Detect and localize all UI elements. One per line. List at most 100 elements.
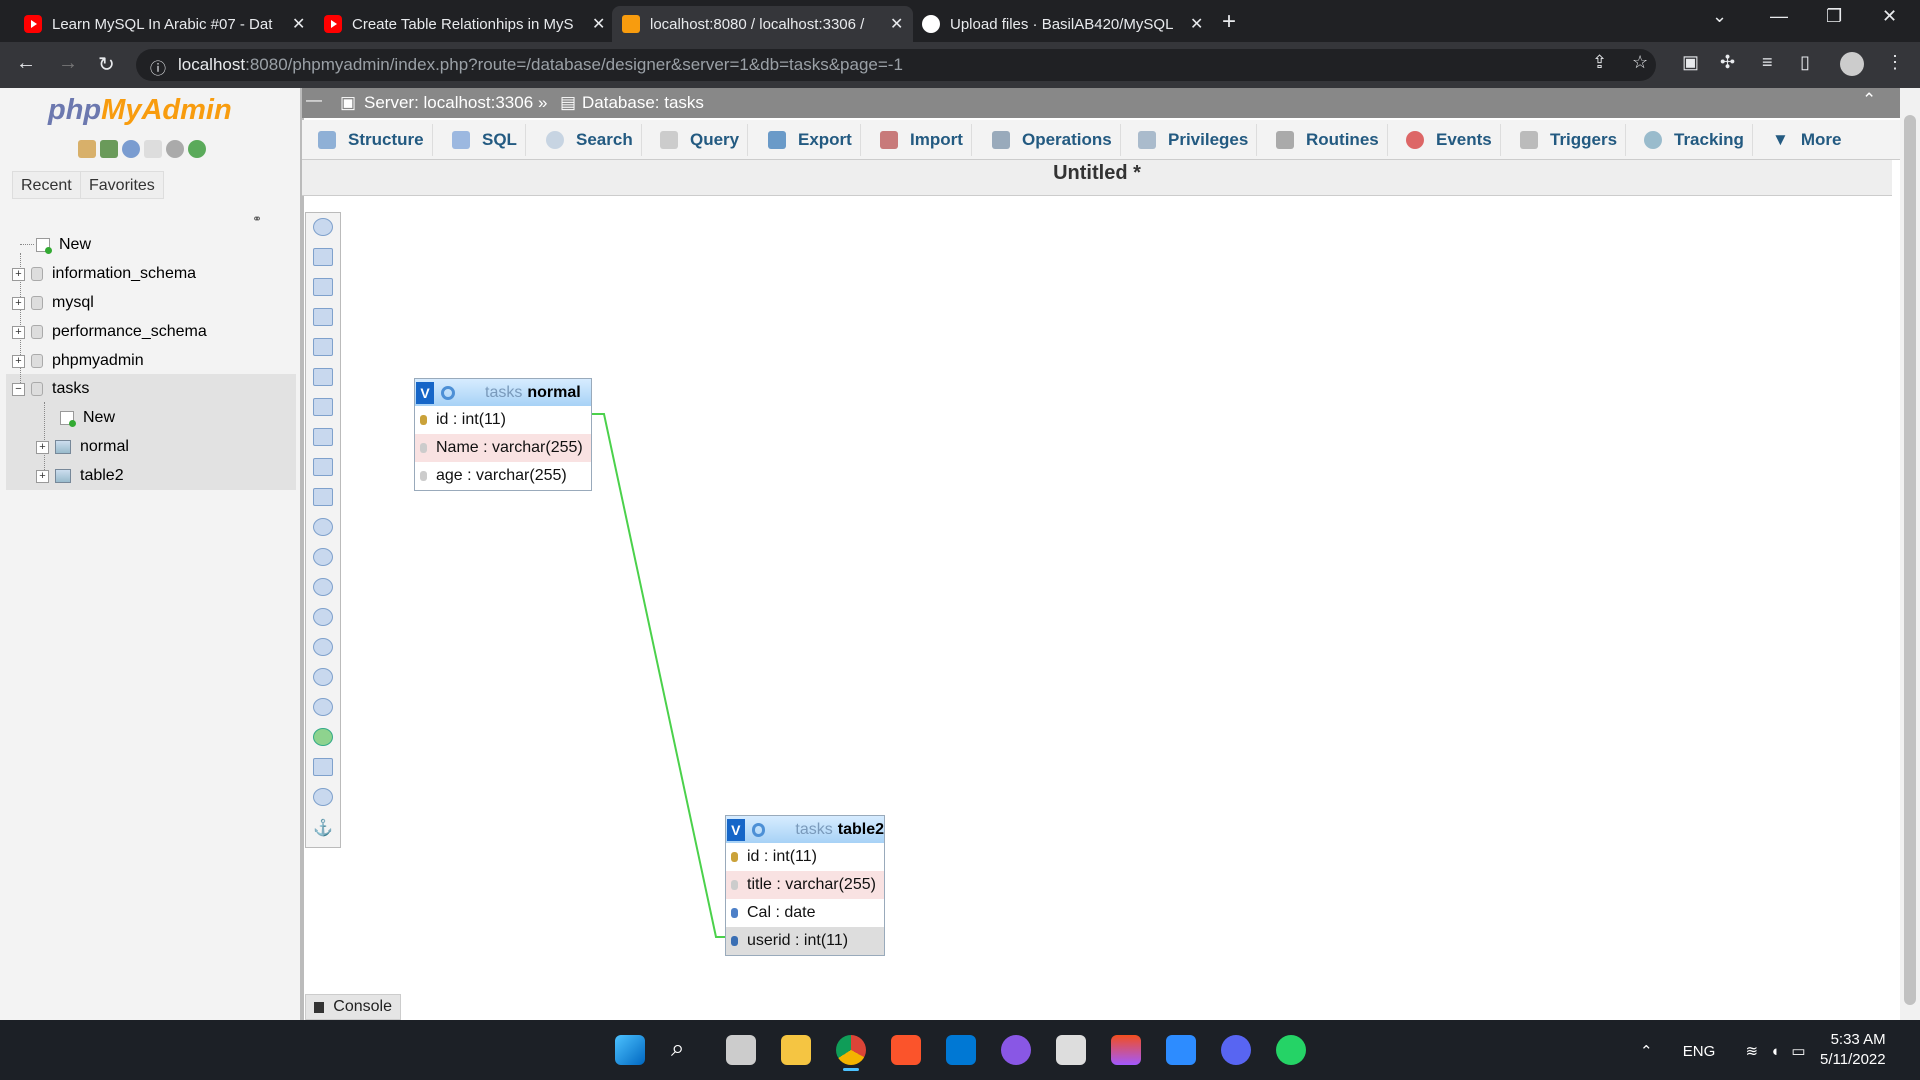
breadcrumb-server[interactable]: Server: localhost:3306 (364, 93, 533, 113)
tab-operations[interactable]: Operations (984, 124, 1121, 156)
reload-icon[interactable]: ↻ (98, 52, 115, 77)
tree-item-new-database[interactable]: New (20, 236, 91, 254)
column-row[interactable]: title : varchar(255) (726, 871, 884, 899)
tree-item-new-table[interactable]: New (44, 409, 115, 427)
brave-icon[interactable] (891, 1035, 921, 1065)
battery-icon[interactable]: ▭ (1791, 1043, 1805, 1060)
choose-column-to-display-icon[interactable] (313, 518, 333, 536)
new-tab-button[interactable]: + (1222, 8, 1236, 36)
home-icon[interactable] (78, 140, 96, 158)
open-page-icon[interactable] (313, 338, 333, 356)
tab-export[interactable]: Export (760, 124, 861, 156)
file-explorer-icon[interactable] (781, 1035, 811, 1065)
vscode-icon[interactable] (946, 1035, 976, 1065)
collapse-minus-icon[interactable]: − (12, 382, 25, 396)
tree-item-table2[interactable]: + table2 (36, 467, 124, 485)
discord-icon[interactable] (1221, 1035, 1251, 1065)
tree-item-mysql[interactable]: + mysql (12, 294, 94, 312)
site-info-icon[interactable]: ⓘ (150, 55, 166, 79)
git-icon[interactable] (1056, 1035, 1086, 1065)
panel-resizer[interactable] (300, 88, 304, 1020)
zoom-icon[interactable] (1166, 1035, 1196, 1065)
expand-plus-icon[interactable]: + (12, 325, 25, 339)
favorite-tables-button[interactable]: Favorites (80, 171, 164, 199)
tab-search[interactable]: Search (538, 124, 642, 156)
browser-tab-3[interactable]: localhost:8080 / localhost:3306 / ✕ (612, 6, 914, 42)
tab-more[interactable]: ▼ More (1764, 124, 1849, 156)
tab-tracking[interactable]: Tracking (1636, 124, 1753, 156)
toggle-columns-button[interactable]: V (416, 381, 434, 404)
help-icon[interactable] (122, 140, 140, 158)
expand-plus-icon[interactable]: + (12, 354, 25, 368)
column-row[interactable]: userid : int(11) (726, 927, 884, 955)
language-indicator[interactable]: ENG (1683, 1043, 1716, 1060)
snap-to-grid-icon[interactable] (313, 638, 333, 656)
task-view-icon[interactable] (726, 1035, 756, 1065)
browser-tab-1[interactable]: Learn MySQL In Arabic #07 - Dat ✕ (14, 6, 315, 42)
expand-plus-icon[interactable]: + (12, 267, 25, 281)
designer-table-normal[interactable]: V tasks normal id : int(11) Name : varch… (414, 378, 592, 491)
start-button-windows-icon[interactable] (615, 1035, 645, 1065)
expand-plus-icon[interactable]: + (36, 440, 49, 454)
scrollbar-thumb[interactable] (1904, 115, 1916, 1005)
taskbar-clock[interactable]: 5:33 AM 5/11/2022 (1820, 1030, 1886, 1070)
move-menu-icon[interactable] (313, 788, 333, 806)
save-page-icon[interactable] (313, 368, 333, 386)
tab-query[interactable]: Query (652, 124, 749, 156)
logout-icon[interactable] (100, 140, 118, 158)
chevron-up-icon[interactable]: ⌃ (1640, 1043, 1653, 1060)
relation-line-normal-id-to-table2-userid[interactable] (592, 413, 725, 938)
designer-table-table2[interactable]: V tasks table2 id : int(11) title : varc… (725, 815, 885, 956)
search-icon[interactable]: ⌕ (671, 1035, 701, 1065)
bookmark-star-icon[interactable]: ☆ (1632, 52, 1648, 73)
pin-text-icon[interactable]: ⚓ (313, 818, 333, 837)
tab-sql[interactable]: SQL (444, 124, 526, 156)
close-tab-icon[interactable]: ✕ (592, 14, 605, 34)
tab-events[interactable]: Events (1398, 124, 1501, 156)
toggle-columns-button[interactable]: V (727, 818, 745, 841)
collapse-top-icon[interactable]: ⌃ (1862, 90, 1876, 110)
close-tab-icon[interactable]: ✕ (1190, 14, 1203, 34)
toggle-small-big-icon[interactable] (313, 698, 333, 716)
media-control-icon[interactable]: ≡ (1762, 52, 1773, 73)
tab-routines[interactable]: Routines (1268, 124, 1388, 156)
side-panel-icon[interactable]: ▯ (1800, 52, 1810, 73)
minimize-button[interactable]: — (1770, 6, 1788, 27)
export-schema-icon[interactable] (313, 758, 333, 776)
designer-table-header[interactable]: V tasks table2 (726, 816, 884, 843)
phpmyadmin-logo[interactable]: phpMyAdmin (48, 94, 232, 127)
whatsapp-icon[interactable] (1276, 1035, 1306, 1065)
angular-links-icon[interactable] (313, 608, 333, 626)
tab-import[interactable]: Import (872, 124, 972, 156)
expand-plus-icon[interactable]: + (36, 469, 49, 483)
column-row[interactable]: age : varchar(255) (415, 462, 591, 490)
browser-tab-4[interactable]: Upload files · BasilAB420/MySQL ✕ (912, 6, 1213, 42)
toggle-relation-lines-icon[interactable] (313, 728, 333, 746)
volume-icon[interactable]: ◖ (1770, 1043, 1779, 1060)
tree-item-performance-schema[interactable]: + performance_schema (12, 323, 207, 341)
github-desktop-icon[interactable] (1001, 1035, 1031, 1065)
tree-item-normal[interactable]: + normal (36, 438, 129, 456)
settings-gear-icon[interactable] (166, 140, 184, 158)
link-with-main-panel-icon[interactable]: ⚭ (252, 212, 262, 226)
gear-icon[interactable] (441, 385, 455, 400)
new-page-icon[interactable] (313, 308, 333, 326)
tree-item-information-schema[interactable]: + information_schema (12, 265, 196, 283)
tree-item-tasks[interactable]: − tasks (12, 380, 89, 398)
wifi-icon[interactable]: ≋ (1745, 1043, 1758, 1060)
add-tables-icon[interactable] (313, 278, 333, 296)
restore-button[interactable]: ❐ (1826, 6, 1842, 27)
tab-structure[interactable]: Structure (310, 124, 433, 156)
column-row[interactable]: Cal : date (726, 899, 884, 927)
share-icon[interactable]: ⇪ (1592, 52, 1607, 73)
figma-icon[interactable] (1111, 1035, 1141, 1065)
collapse-navigation-icon[interactable]: — (306, 92, 322, 110)
chrome-icon[interactable] (836, 1035, 866, 1065)
help-icon[interactable] (313, 578, 333, 596)
small-big-all-icon[interactable] (313, 668, 333, 686)
breadcrumb-database[interactable]: Database: tasks (582, 93, 704, 113)
fullscreen-icon[interactable] (313, 248, 333, 266)
tab-privileges[interactable]: Privileges (1130, 124, 1258, 156)
forward-icon[interactable]: → (58, 52, 78, 75)
delete-page-icon[interactable] (313, 428, 333, 446)
